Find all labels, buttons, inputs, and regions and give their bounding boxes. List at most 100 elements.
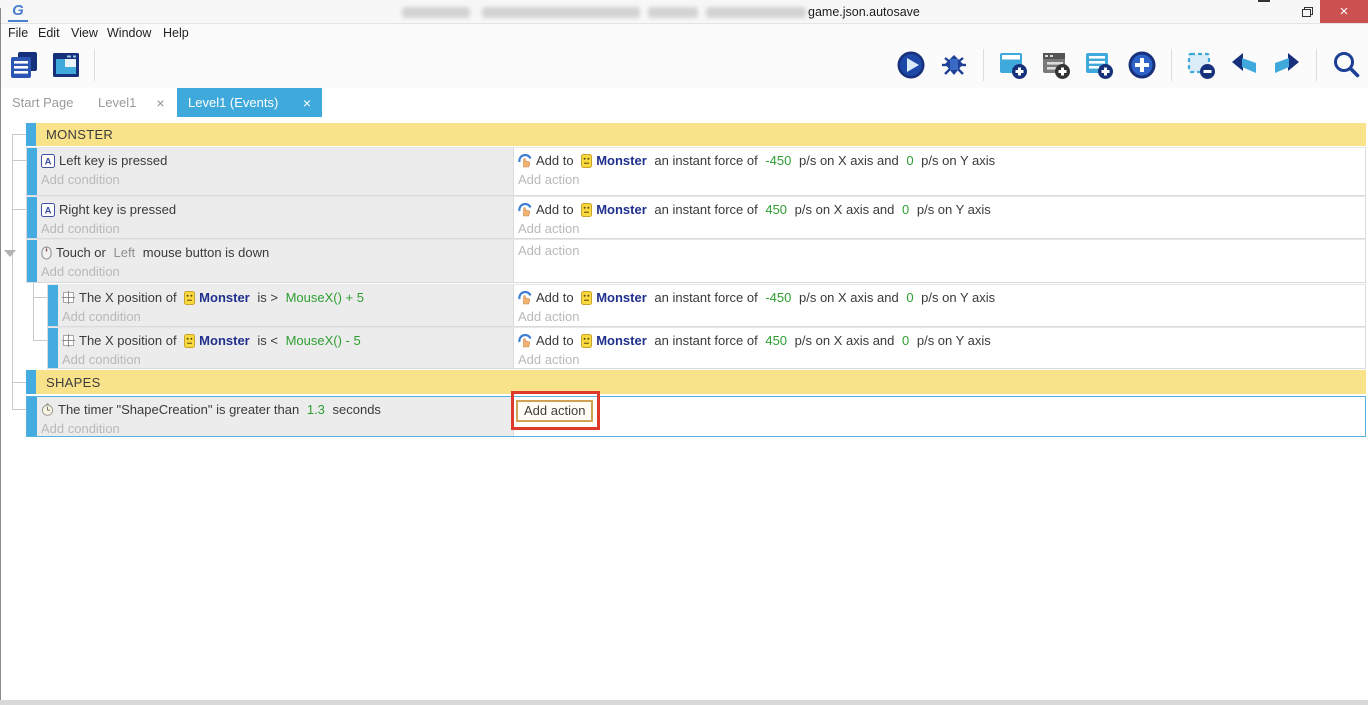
text-segment: p/s on Y axis (913, 333, 991, 348)
condition-line[interactable]: The X position of Monster is > MouseX() … (58, 285, 513, 306)
action-line[interactable]: Add to Monster an instant force of -450 … (514, 148, 1365, 169)
window-left-border (0, 8, 1, 701)
condition-line[interactable]: A Left key is pressed (37, 148, 513, 169)
event-row[interactable]: A Left key is pressed Add condition Add t… (26, 147, 1366, 196)
menu-help[interactable]: Help (163, 26, 189, 40)
tab-start-page[interactable]: Start Page (12, 88, 73, 117)
tab-bar: Start Page Level1 × Level1 (Events) × (0, 88, 1368, 117)
add-action-button[interactable]: Add action (514, 349, 1365, 367)
tab-label: Start Page (12, 95, 74, 110)
condition-line[interactable]: Touch or Left mouse button is down (37, 240, 513, 261)
text-segment: The timer "ShapeCreation" is greater tha… (58, 402, 303, 417)
conditions-cell[interactable]: The X position of Monster is < MouseX() … (58, 328, 513, 368)
minimize-button[interactable] (1258, 0, 1292, 23)
restore-button[interactable] (1292, 0, 1322, 23)
debug-icon[interactable] (938, 48, 970, 82)
monster-object-icon (581, 333, 593, 348)
tab-close-icon[interactable]: × (303, 95, 311, 111)
tab-close-icon[interactable]: × (156, 95, 164, 111)
tab-level1-events[interactable]: Level1 (Events) × (177, 88, 322, 117)
group-label: MONSTER (46, 127, 114, 142)
add-condition-button[interactable]: Add condition (58, 306, 513, 324)
close-button[interactable]: × (1320, 0, 1368, 23)
text-segment: is < (253, 333, 282, 348)
collapse-arrow-icon[interactable] (4, 250, 16, 257)
text-segment: p/s on X axis and (795, 153, 903, 168)
add-condition-button[interactable]: Add condition (37, 169, 513, 187)
action-line[interactable]: Add to Monster an instant force of 450 p… (514, 197, 1365, 218)
actions-cell[interactable]: Add action (513, 397, 1365, 436)
timer-icon (41, 403, 54, 416)
menu-file[interactable]: File (8, 26, 28, 40)
position-icon (62, 291, 75, 304)
add-subevent-icon[interactable] (1040, 48, 1072, 82)
actions-cell[interactable]: Add to Monster an instant force of -450 … (513, 148, 1365, 195)
condition-line[interactable]: The X position of Monster is < MouseX() … (58, 328, 513, 349)
tab-level1[interactable]: Level1 × (98, 88, 165, 117)
add-action-button[interactable]: Add action (514, 306, 1365, 324)
action-line[interactable]: Add to Monster an instant force of -450 … (514, 285, 1365, 306)
text-segment: an instant force of (650, 333, 762, 348)
add-circle-icon[interactable] (1126, 48, 1158, 82)
redo-icon[interactable] (1271, 48, 1303, 82)
condition-line[interactable]: The timer "ShapeCreation" is greater tha… (37, 397, 513, 418)
add-event-icon[interactable] (997, 48, 1029, 82)
tree-guide-line (12, 409, 26, 410)
add-action-button[interactable]: Add action (514, 169, 1365, 187)
menu-edit[interactable]: Edit (38, 26, 60, 40)
add-condition-button[interactable]: Add condition (37, 418, 513, 436)
event-row[interactable]: Touch or Left mouse button is down Add c… (26, 239, 1366, 283)
text-segment: -450 (765, 153, 792, 168)
add-action-button[interactable]: Add action (514, 240, 1365, 258)
conditions-cell[interactable]: A Left key is pressed Add condition (37, 148, 513, 195)
event-row[interactable]: A Right key is pressed Add condition Add … (26, 196, 1366, 239)
add-condition-button[interactable]: Add condition (37, 218, 513, 236)
condition-line[interactable]: A Right key is pressed (37, 197, 513, 218)
group-row-shapes[interactable]: SHAPES (26, 370, 1366, 394)
monster-object-icon (581, 202, 593, 217)
action-line[interactable]: Add to Monster an instant force of 450 p… (514, 328, 1365, 349)
search-icon[interactable] (1330, 48, 1362, 82)
conditions-cell[interactable]: Touch or Left mouse button is down Add c… (37, 240, 513, 282)
deselect-icon[interactable] (1185, 48, 1217, 82)
actions-cell[interactable]: Add action (513, 240, 1365, 282)
position-icon (62, 334, 75, 347)
tree-guide-line (33, 297, 47, 298)
menu-view[interactable]: View (71, 26, 98, 40)
menu-window[interactable]: Window (107, 26, 151, 40)
actions-cell[interactable]: Add to Monster an instant force of 450 p… (513, 328, 1365, 368)
sub-event-row[interactable]: The X position of Monster is < MouseX() … (47, 327, 1366, 369)
text-segment: an instant force of (650, 290, 762, 305)
group-row-monster[interactable]: MONSTER (26, 123, 1366, 146)
sub-event-row[interactable]: The X position of Monster is > MouseX() … (47, 284, 1366, 327)
add-condition-button[interactable]: Add condition (58, 349, 513, 367)
text-segment: Monster (596, 333, 647, 348)
event-drag-bar (27, 197, 37, 238)
project-manager-icon[interactable] (8, 48, 40, 82)
toolbar-separator (983, 49, 984, 81)
monster-object-icon (184, 290, 196, 305)
text-segment: Add to (536, 333, 578, 348)
preview-play-icon[interactable] (895, 48, 927, 82)
text-segment: Add to (536, 153, 578, 168)
scene-editor-icon[interactable] (50, 48, 82, 82)
gdevelop-logo-icon: G (8, 2, 28, 22)
actions-cell[interactable]: Add to Monster an instant force of -450 … (513, 285, 1365, 326)
toolbar-separator (1316, 49, 1317, 81)
conditions-cell[interactable]: The timer "ShapeCreation" is greater tha… (37, 397, 513, 436)
add-comment-icon[interactable] (1083, 48, 1115, 82)
actions-cell[interactable]: Add to Monster an instant force of 450 p… (513, 197, 1365, 238)
add-action-button[interactable]: Add action (514, 218, 1365, 236)
text-segment: 450 (765, 333, 788, 348)
text-segment: The X position of (79, 333, 181, 348)
redacted-text-blur (706, 7, 806, 18)
add-action-button-focused[interactable]: Add action (516, 400, 594, 422)
conditions-cell[interactable]: The X position of Monster is > MouseX() … (58, 285, 513, 326)
event-row-selected[interactable]: The timer "ShapeCreation" is greater tha… (26, 396, 1366, 437)
toolbar (0, 44, 1368, 88)
add-condition-button[interactable]: Add condition (37, 261, 513, 279)
undo-icon[interactable] (1228, 48, 1260, 82)
conditions-cell[interactable]: A Right key is pressed Add condition (37, 197, 513, 238)
text-segment: mouse button is down (139, 245, 270, 260)
text-segment: Add to (536, 290, 578, 305)
